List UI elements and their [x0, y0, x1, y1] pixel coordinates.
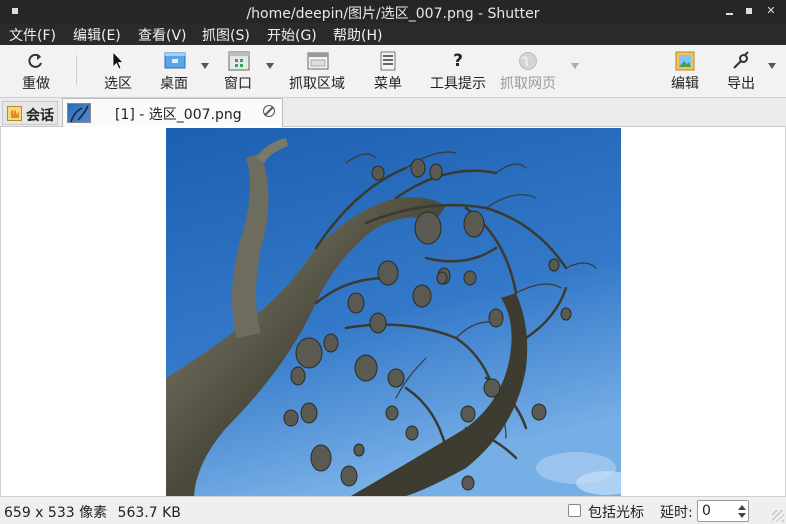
tooltip-button[interactable]: ? 工具提示 — [426, 49, 490, 95]
desktop-dropdown-arrow-icon[interactable] — [201, 63, 209, 69]
image-canvas[interactable] — [0, 127, 786, 496]
toolbar-separator — [76, 55, 77, 85]
title-bar: /home/deepin/图片/选区_007.png - Shutter ✕ — [0, 0, 786, 23]
include-cursor-checkbox[interactable] — [568, 504, 581, 517]
spin-down-icon[interactable] — [738, 513, 746, 518]
minimize-icon[interactable] — [722, 4, 736, 18]
question-icon: ? — [453, 51, 463, 71]
window-dropdown-arrow-icon[interactable] — [266, 63, 274, 69]
status-bar: 659 x 533 像素 563.7 KB 包括光标 延时: 0 — [0, 496, 786, 524]
selection-button[interactable]: 选区 — [96, 49, 140, 95]
menu-capture[interactable]: 抓图(S) — [202, 25, 250, 45]
image-edit-icon — [675, 51, 695, 71]
globe-icon — [518, 51, 538, 71]
include-cursor-label: 包括光标 — [588, 505, 644, 521]
tab-thumbnail — [67, 103, 91, 123]
window-button[interactable]: 窗口 — [216, 49, 260, 95]
menu-go[interactable]: 开始(G) — [267, 25, 317, 45]
menu-capture-button[interactable]: 菜单 — [368, 49, 408, 95]
export-dropdown-arrow-icon[interactable] — [768, 63, 776, 69]
maximize-icon[interactable] — [742, 4, 756, 18]
session-icon — [7, 106, 22, 121]
delay-value: 0 — [702, 503, 711, 519]
screenshot-image — [166, 128, 621, 496]
cursor-icon — [108, 51, 128, 71]
image-dimensions: 659 x 533 像素 — [4, 505, 108, 521]
export-button[interactable]: 导出 — [721, 49, 761, 95]
window-frame-icon — [307, 51, 329, 71]
menu-file[interactable]: 文件(F) — [9, 25, 56, 45]
window-icon — [228, 51, 250, 71]
web-dropdown-arrow-icon[interactable] — [571, 63, 579, 69]
desktop-icon — [164, 51, 186, 71]
image-info: 659 x 533 像素 563.7 KB — [4, 502, 187, 522]
redo-icon — [26, 51, 46, 71]
resize-grip-icon[interactable] — [772, 510, 784, 522]
spin-up-icon[interactable] — [738, 505, 746, 510]
redo-button[interactable]: 重做 — [14, 49, 58, 95]
tab-close-icon[interactable] — [263, 105, 275, 117]
edit-button[interactable]: 编辑 — [665, 49, 705, 95]
tab-bar: 会话 [1] - 选区_007.png — [0, 98, 786, 127]
tab-session[interactable]: 会话 — [2, 101, 58, 125]
close-icon[interactable]: ✕ — [764, 4, 778, 18]
menu-bar: 文件(F) 编辑(E) 查看(V) 抓图(S) 开始(G) 帮助(H) — [0, 23, 786, 45]
export-icon — [731, 51, 751, 71]
menu-help[interactable]: 帮助(H) — [333, 25, 382, 45]
menu-view[interactable]: 查看(V) — [138, 25, 187, 45]
menu-list-icon — [378, 51, 398, 71]
menu-edit[interactable]: 编辑(E) — [73, 25, 121, 45]
desktop-button[interactable]: 桌面 — [152, 49, 196, 95]
toolbar: 重做 选区 桌面 窗口 抓取区域 菜单 ? 工具提示 抓取网页 编辑 导出 — [0, 45, 786, 98]
capture-area-button[interactable]: 抓取区域 — [284, 49, 350, 95]
capture-web-button[interactable]: 抓取网页 — [497, 49, 559, 95]
window-title: /home/deepin/图片/选区_007.png - Shutter — [246, 6, 540, 22]
delay-spinner[interactable]: 0 — [697, 500, 749, 522]
delay-label: 延时: — [660, 505, 693, 521]
tab-file[interactable]: [1] - 选区_007.png — [62, 98, 283, 127]
image-filesize: 563.7 KB — [117, 505, 181, 521]
